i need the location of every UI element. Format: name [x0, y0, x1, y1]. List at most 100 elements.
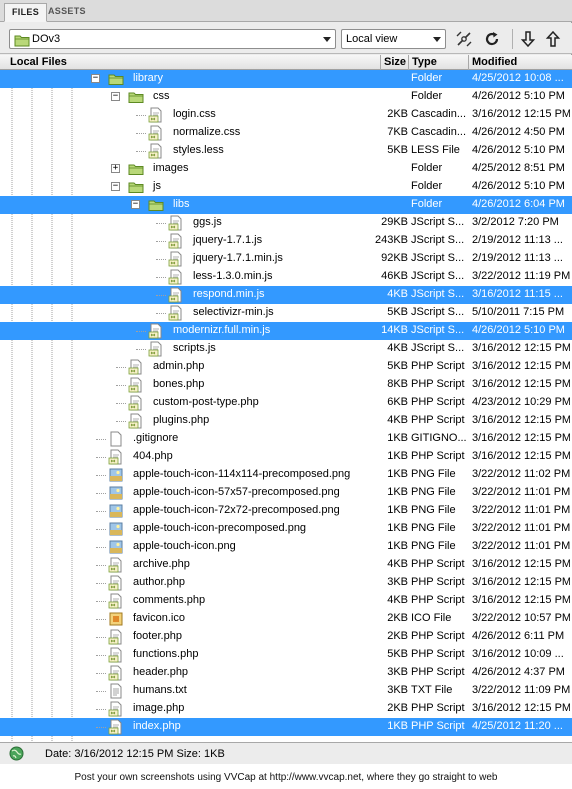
- column-local-files[interactable]: Local Files: [10, 56, 67, 70]
- code-file-icon: [148, 107, 162, 123]
- row-modified: 4/26/2012 4:37 PM: [472, 666, 565, 678]
- row-name: modernizr.full.min.js: [173, 324, 271, 336]
- tree-row[interactable]: selectivizr-min.js 5KB JScript S... 5/10/20…: [0, 304, 572, 322]
- tree-row[interactable]: jquery-1.7.1.js 243KB JScript S... 2/19/201…: [0, 232, 572, 250]
- row-size: 3KB: [387, 684, 408, 696]
- tree-row[interactable]: apple-touch-icon.png 1KB PNG File 3/22/2012…: [0, 538, 572, 556]
- row-modified: 3/16/2012 12:15 PM: [472, 414, 570, 426]
- column-divider[interactable]: [408, 55, 409, 70]
- tree-row[interactable]: less-1.3.0.min.js 46KB JScript S... 3/22/20…: [0, 268, 572, 286]
- tree-row[interactable]: custom-post-type.php 6KB PHP Script 4/23/20…: [0, 394, 572, 412]
- tree-row[interactable]: author.php 3KB PHP Script 3/16/2012 12:15 P…: [0, 574, 572, 592]
- row-name: favicon.ico: [133, 612, 185, 624]
- tree-row[interactable]: scripts.js 4KB JScript S... 3/16/2012 12:15…: [0, 340, 572, 358]
- tree-row[interactable]: archive.php 4KB PHP Script 3/16/2012 12:15 …: [0, 556, 572, 574]
- tree-row[interactable]: .gitignore 1KB GITIGNO... 3/16/2012 12:15 P…: [0, 430, 572, 448]
- row-modified: 4/26/2012 5:10 PM: [472, 90, 565, 102]
- tree-connector: [116, 421, 126, 422]
- put-files-button[interactable]: [543, 29, 563, 49]
- row-modified: 3/22/2012 11:19 PM: [472, 270, 570, 282]
- row-modified: 3/16/2012 12:15 PM: [472, 108, 570, 120]
- row-size: 4KB: [387, 594, 408, 606]
- row-type: PNG File: [411, 468, 456, 480]
- row-name: apple-touch-icon-precomposed.png: [133, 522, 307, 534]
- row-type: JScript S...: [411, 216, 465, 228]
- tree-row[interactable]: comments.php 4KB PHP Script 3/16/2012 12:15…: [0, 592, 572, 610]
- tree-connector: [96, 601, 106, 602]
- tree-row[interactable]: apple-touch-icon-72x72-precomposed.png 1K…: [0, 502, 572, 520]
- row-modified: 4/26/2012 5:10 PM: [472, 180, 565, 192]
- expand-icon[interactable]: +: [111, 164, 120, 173]
- tree-row[interactable]: plugins.php 4KB PHP Script 3/16/2012 12:15 …: [0, 412, 572, 430]
- row-name: login.css: [173, 108, 216, 120]
- row-size: 92KB: [381, 252, 408, 264]
- tree-row[interactable]: header.php 3KB PHP Script 4/26/2012 4:37 PM: [0, 664, 572, 682]
- tree-row[interactable]: − js Folder 4/26/2012 5:10 PM: [0, 178, 572, 196]
- get-files-button[interactable]: [518, 29, 538, 49]
- column-divider[interactable]: [380, 55, 381, 70]
- tree-row[interactable]: favicon.ico 2KB ICO File 3/22/2012 10:57 PM: [0, 610, 572, 628]
- row-name: jquery-1.7.1.min.js: [193, 252, 283, 264]
- tree-connector: [116, 385, 126, 386]
- tree-row[interactable]: functions.php 5KB PHP Script 3/16/2012 10:0…: [0, 646, 572, 664]
- tree-row[interactable]: apple-touch-icon-57x57-precomposed.png 1K…: [0, 484, 572, 502]
- row-type: JScript S...: [411, 342, 465, 354]
- tree-connector: [96, 565, 106, 566]
- view-dropdown[interactable]: Local view: [341, 29, 446, 49]
- site-dropdown[interactable]: DOv3: [9, 29, 336, 49]
- tree-row[interactable]: index.php 1KB PHP Script 4/25/2012 11:20 ..…: [0, 718, 572, 736]
- row-modified: 4/25/2012 11:20 ...: [472, 720, 563, 732]
- row-size: 1KB: [387, 432, 408, 444]
- file-tree[interactable]: − library Folder 4/25/2012 10:08 ... − css Fol…: [0, 70, 572, 742]
- tree-row[interactable]: modernizr.full.min.js 14KB JScript S... 4/2…: [0, 322, 572, 340]
- column-modified[interactable]: Modified: [472, 56, 517, 70]
- row-name: custom-post-type.php: [153, 396, 259, 408]
- tree-row[interactable]: styles.less 5KB LESS File 4/26/2012 5:10 PM: [0, 142, 572, 160]
- tree-row[interactable]: − library Folder 4/25/2012 10:08 ...: [0, 70, 572, 88]
- folder-icon: [128, 92, 144, 103]
- tree-row[interactable]: normalize.css 7KB Cascadin... 4/26/2012 4:5…: [0, 124, 572, 142]
- collapse-icon[interactable]: −: [111, 182, 120, 191]
- row-name: ggs.js: [193, 216, 222, 228]
- row-size: 4KB: [387, 342, 408, 354]
- tree-row[interactable]: image.php 2KB PHP Script 3/16/2012 12:15 PM: [0, 700, 572, 718]
- tree-row[interactable]: bones.php 8KB PHP Script 3/16/2012 12:15 PM: [0, 376, 572, 394]
- row-size: 6KB: [387, 396, 408, 408]
- tree-row[interactable]: admin.php 5KB PHP Script 3/16/2012 12:15 PM: [0, 358, 572, 376]
- row-name: admin.php: [153, 360, 205, 372]
- code-file-icon: [108, 701, 122, 717]
- row-modified: 3/2/2012 7:20 PM: [472, 216, 559, 228]
- tree-row[interactable]: humans.txt 3KB TXT File 3/22/2012 11:09 PM: [0, 682, 572, 700]
- refresh-button[interactable]: [482, 29, 502, 49]
- tree-row[interactable]: respond.min.js 4KB JScript S... 3/16/2012 1…: [0, 286, 572, 304]
- tree-connector: [136, 349, 146, 350]
- tree-connector: [156, 259, 166, 260]
- tree-row[interactable]: apple-touch-icon-114x114-precomposed.png…: [0, 466, 572, 484]
- tree-row[interactable]: ggs.js 29KB JScript S... 3/2/2012 7:20 PM: [0, 214, 572, 232]
- code-file-icon: [128, 395, 142, 411]
- tab-assets[interactable]: ASSETS: [41, 3, 93, 22]
- tree-row[interactable]: 404.php 1KB PHP Script 3/16/2012 12:15 PM: [0, 448, 572, 466]
- row-size: 2KB: [387, 702, 408, 714]
- row-name: apple-touch-icon-57x57-precomposed.png: [133, 486, 340, 498]
- tree-row[interactable]: − libs Folder 4/26/2012 6:04 PM: [0, 196, 572, 214]
- collapse-icon[interactable]: −: [131, 200, 140, 209]
- connect-icon: [456, 31, 472, 47]
- tree-row[interactable]: − css Folder 4/26/2012 5:10 PM: [0, 88, 572, 106]
- tree-row[interactable]: + images Folder 4/25/2012 8:51 PM: [0, 160, 572, 178]
- column-divider[interactable]: [468, 55, 469, 70]
- tree-row[interactable]: apple-touch-icon-precomposed.png 1KB PNG F…: [0, 520, 572, 538]
- globe-icon[interactable]: [9, 746, 24, 761]
- collapse-icon[interactable]: −: [91, 74, 100, 83]
- row-modified: 4/26/2012 4:50 PM: [472, 126, 565, 138]
- row-name: author.php: [133, 576, 185, 588]
- tree-row[interactable]: login.css 2KB Cascadin... 3/16/2012 12:15 P…: [0, 106, 572, 124]
- tree-connector: [96, 475, 106, 476]
- row-modified: 4/25/2012 10:08 ...: [472, 72, 564, 84]
- connect-button[interactable]: [454, 29, 474, 49]
- tree-row[interactable]: jquery-1.7.1.min.js 92KB JScript S... 2/19/…: [0, 250, 572, 268]
- collapse-icon[interactable]: −: [111, 92, 120, 101]
- column-size[interactable]: Size: [384, 56, 406, 70]
- tree-row[interactable]: footer.php 2KB PHP Script 4/26/2012 6:11 PM: [0, 628, 572, 646]
- column-type[interactable]: Type: [412, 56, 437, 70]
